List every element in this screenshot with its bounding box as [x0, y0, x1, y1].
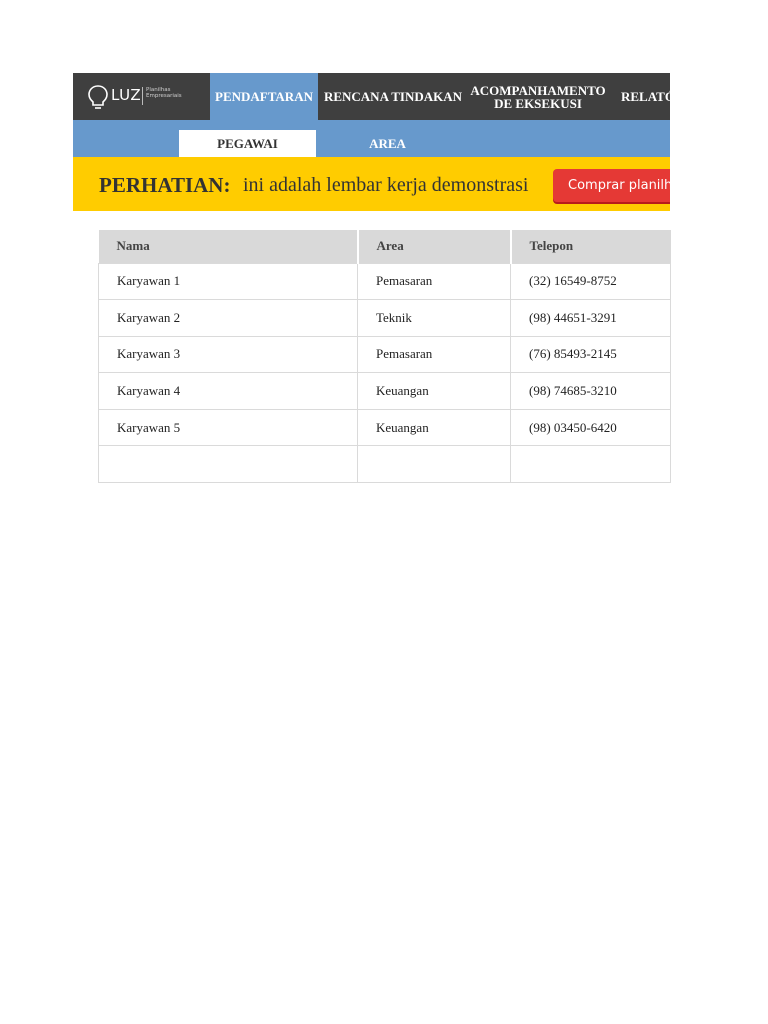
buy-spreadsheet-button[interactable]: Comprar planilha — [553, 169, 670, 202]
cell-telepon[interactable]: (32) 16549-8752 — [510, 262, 671, 301]
cell-area[interactable]: Pemasaran — [357, 262, 511, 301]
header-telepon: Telepon — [509, 230, 671, 263]
cell-nama[interactable]: Karyawan 5 — [98, 408, 358, 447]
logo-subtitle: Planilhas Empresariais — [146, 87, 182, 99]
table-row: Karyawan 4 Keuangan (98) 74685-3210 — [98, 372, 671, 410]
nav-relatorios[interactable]: RELATÓRIOS — [621, 73, 670, 120]
nav-rencana-tindakan[interactable]: RENCANA TINDAKAN — [318, 73, 468, 120]
cell-nama[interactable]: Karyawan 3 — [98, 335, 358, 374]
cell-area[interactable]: Keuangan — [357, 372, 511, 410]
lightbulb-icon — [88, 85, 108, 109]
cell-nama[interactable] — [98, 445, 358, 484]
tab-pegawai[interactable]: PEGAWAI — [179, 130, 316, 157]
cell-nama[interactable]: Karyawan 1 — [98, 262, 358, 301]
cell-telepon[interactable] — [510, 445, 671, 484]
app-frame: LUZ Planilhas Empresariais PENDAFTARAN R… — [73, 73, 670, 211]
cell-area[interactable]: Pemasaran — [357, 335, 511, 374]
employee-table: Nama Area Telepon Karyawan 1 Pemasaran (… — [98, 230, 671, 484]
nav-acompanhamento-line2: DE EKSEKUSI — [494, 95, 582, 111]
header-area: Area — [356, 230, 511, 263]
table-row: Karyawan 5 Keuangan (98) 03450-6420 — [98, 408, 671, 447]
header-nama: Nama — [98, 230, 358, 263]
table-row: Karyawan 3 Pemasaran (76) 85493-2145 — [98, 335, 671, 374]
logo[interactable]: LUZ Planilhas Empresariais — [73, 73, 210, 120]
cell-telepon[interactable]: (76) 85493-2145 — [510, 335, 671, 374]
sub-navbar: PEGAWAI AREA — [73, 120, 670, 157]
cell-nama[interactable]: Karyawan 4 — [98, 372, 358, 410]
logo-divider — [142, 87, 143, 105]
demo-warning-banner: PERHATIAN: ini adalah lembar kerja demon… — [73, 157, 670, 211]
nav-acompanhamento-line1: ACOMPANHAMENTO — [470, 82, 606, 98]
banner-message: ini adalah lembar kerja demonstrasi — [243, 174, 529, 196]
table-row: Karyawan 1 Pemasaran (32) 16549-8752 — [98, 262, 671, 301]
cell-telepon[interactable]: (98) 03450-6420 — [510, 408, 671, 447]
banner-heading: PERHATIAN: — [99, 173, 231, 197]
table-header-row: Nama Area Telepon — [98, 230, 671, 263]
top-navbar: LUZ Planilhas Empresariais PENDAFTARAN R… — [73, 73, 670, 120]
table-row-empty — [98, 445, 671, 484]
logo-text: LUZ — [111, 86, 142, 104]
tab-area[interactable]: AREA — [319, 130, 456, 157]
cell-telepon[interactable]: (98) 44651-3291 — [510, 299, 671, 337]
cell-nama[interactable]: Karyawan 2 — [98, 299, 358, 337]
nav-acompanhamento[interactable]: ACOMPANHAMENTO DE EKSEKUSI — [468, 73, 608, 120]
cell-area[interactable]: Keuangan — [357, 408, 511, 447]
cell-area[interactable]: Teknik — [357, 299, 511, 337]
nav-pendaftaran[interactable]: PENDAFTARAN — [210, 73, 318, 120]
cell-telepon[interactable]: (98) 74685-3210 — [510, 372, 671, 410]
table-row: Karyawan 2 Teknik (98) 44651-3291 — [98, 299, 671, 337]
cell-area[interactable] — [357, 445, 511, 484]
